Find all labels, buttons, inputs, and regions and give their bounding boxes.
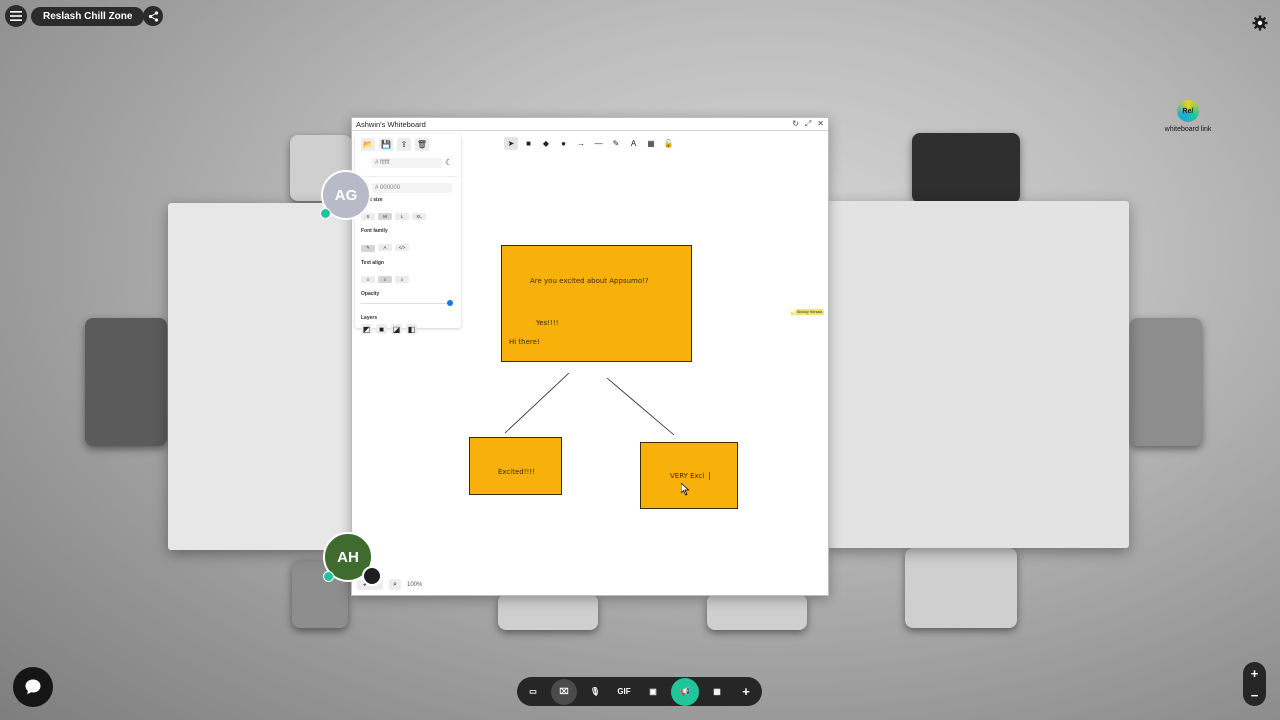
note-text: Hi there!	[509, 338, 540, 346]
gif-button[interactable]: GIF	[613, 681, 635, 703]
chat-icon	[25, 679, 41, 695]
gear-icon	[1252, 15, 1268, 31]
sticky-note-excited[interactable]: Excited!!!!	[469, 437, 562, 495]
microphone-icon: 🎙	[589, 687, 601, 696]
chair	[498, 594, 598, 630]
whiteboard-link-widget[interactable]: Re/ whiteboard link	[1155, 100, 1221, 138]
connector-line[interactable]	[606, 377, 675, 436]
share-icon	[148, 10, 158, 22]
gif-icon: GIF	[617, 687, 631, 696]
avatar-initials: AG	[334, 186, 358, 204]
image-button[interactable]: ▣	[642, 681, 664, 703]
zoom-reset-icon[interactable]: ⌕	[389, 579, 401, 590]
chair	[707, 594, 807, 630]
reslash-logo: Re/	[1177, 100, 1199, 122]
megaphone-badge-icon	[320, 208, 331, 219]
mouse-cursor-icon	[681, 483, 690, 496]
reaction-icon[interactable]	[362, 566, 382, 586]
megaphone-icon: 📢	[680, 687, 690, 696]
meeting-table-right	[826, 201, 1129, 548]
megaphone-button[interactable]: 📢	[671, 677, 699, 706]
meeting-table-left	[168, 203, 358, 550]
link-label: whiteboard link	[1164, 126, 1212, 133]
chair	[905, 548, 1017, 628]
sticky-note-main[interactable]: Are you excited about Appsumo!? Yes!!!! …	[501, 245, 692, 362]
note-text: Are you excited about Appsumo!?	[530, 277, 649, 285]
sticky-note-very[interactable]: VERY Exci |	[640, 442, 738, 509]
grid-icon: ▦	[713, 687, 721, 696]
screen-share-icon: ▭	[529, 687, 537, 696]
chair	[1130, 318, 1202, 446]
plus-icon: +	[742, 684, 750, 699]
hamburger-icon	[10, 11, 22, 21]
remote-cursor: Akshay Harsala	[790, 304, 825, 322]
connector-line[interactable]	[504, 372, 570, 434]
microphone-button[interactable]: 🎙	[584, 681, 606, 703]
add-button[interactable]: +	[735, 681, 757, 703]
apps-grid-button[interactable]: ▦	[706, 681, 728, 703]
menu-button[interactable]	[5, 5, 27, 27]
map-zoom-controls: + −	[1243, 662, 1266, 706]
text-caret: |	[708, 471, 711, 480]
bottom-toolbar: ▭ ⌧ 🎙 GIF ▣ 📢 ▦ +	[517, 677, 762, 706]
chair	[912, 133, 1020, 203]
logo-text: Re/	[1182, 107, 1194, 115]
chat-button[interactable]	[13, 667, 53, 707]
camera-toggle-button[interactable]: ⌧	[551, 678, 577, 705]
remote-cursor-label: Akshay Harsala	[795, 309, 825, 315]
share-button[interactable]	[143, 6, 163, 26]
whiteboard-window[interactable]: Ashwin's Whiteboard ↻ ⤢ ✕ ➤ ■ ◆ ● → — ✎ …	[351, 117, 829, 596]
zoom-in-icon[interactable]: +	[1251, 666, 1259, 681]
zone-name-pill[interactable]: Reslash Chill Zone	[31, 7, 145, 26]
megaphone-badge-icon	[323, 571, 334, 582]
screen-share-button[interactable]: ▭	[522, 681, 544, 703]
chair	[85, 318, 167, 446]
settings-button[interactable]	[1249, 12, 1271, 34]
note-text: VERY Exci	[670, 472, 705, 480]
zoom-out-icon[interactable]: −	[1251, 688, 1259, 703]
note-text: Excited!!!!	[498, 468, 535, 476]
zoom-level[interactable]: 100%	[407, 582, 422, 588]
image-icon: ▣	[649, 687, 657, 696]
avatar-initials: AH	[337, 548, 359, 566]
note-text: Yes!!!!	[536, 319, 559, 327]
camera-off-icon: ⌧	[559, 687, 569, 696]
zone-name: Reslash Chill Zone	[43, 11, 133, 22]
